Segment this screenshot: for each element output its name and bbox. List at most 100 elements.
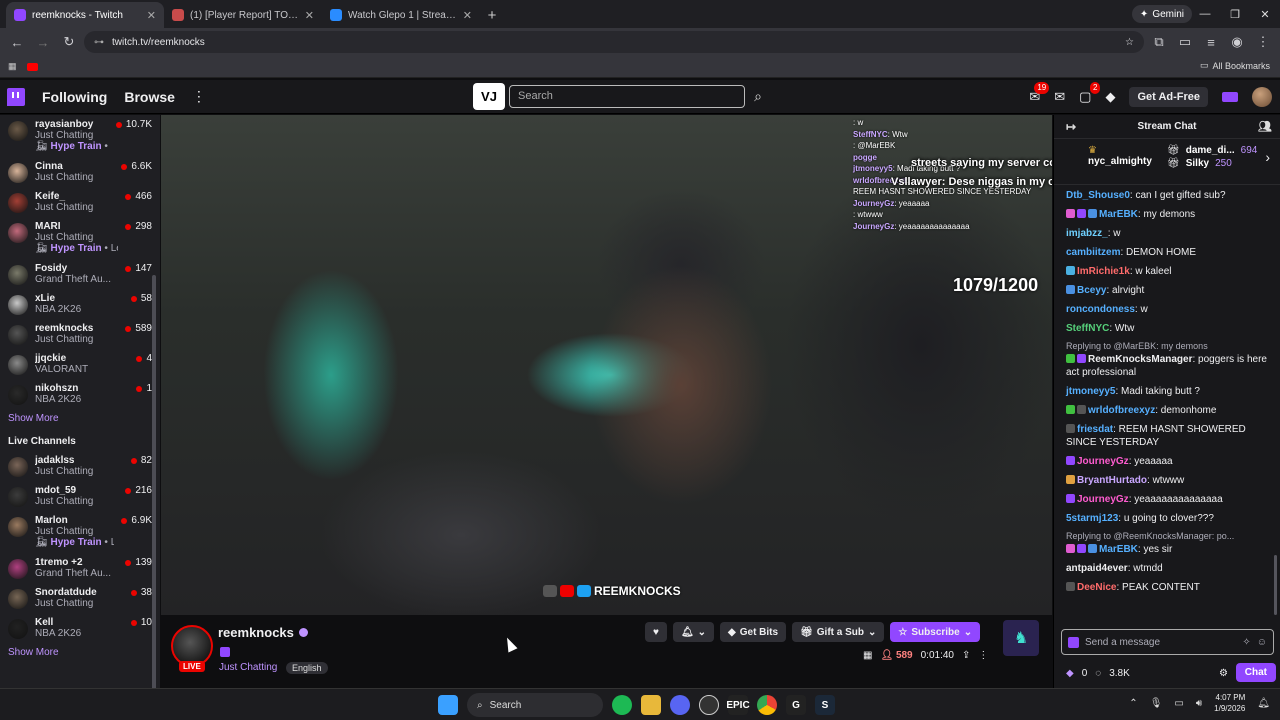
obs-icon[interactable]: [699, 695, 719, 715]
chat-username[interactable]: imjabzz_: [1066, 228, 1108, 239]
gifter-entry[interactable]: 🎁︎ dame_di... 694: [1167, 145, 1257, 156]
inbox-icon[interactable]: ✉: [1054, 89, 1065, 105]
tray-chevron-icon[interactable]: ⌃: [1129, 698, 1137, 709]
bits-balance-icon[interactable]: ◆: [1066, 668, 1074, 679]
show-more-live-link[interactable]: Show More: [0, 643, 160, 666]
chat-badge-icon[interactable]: [1066, 266, 1075, 275]
profile-icon[interactable]: ◉: [1226, 31, 1248, 53]
chat-badge-icon[interactable]: [1066, 285, 1075, 294]
chat-badge-icon[interactable]: [1066, 209, 1075, 218]
notification-bell-button[interactable]: 🔔︎ ⌄: [672, 622, 715, 642]
volume-icon[interactable]: 🔊︎: [1196, 698, 1202, 709]
chevron-right-icon[interactable]: ›: [1265, 149, 1270, 165]
chat-badge-icon[interactable]: [1066, 354, 1075, 363]
sidebar-channel[interactable]: rayasianboy Just Chatting 🚂︎ Hype Train • …: [0, 115, 160, 157]
gifter-entry[interactable]: 🎁︎ Silky 250: [1167, 158, 1257, 169]
chat-username[interactable]: roncondoness: [1066, 304, 1135, 315]
discord-icon[interactable]: [670, 695, 690, 715]
chat-username[interactable]: wrldofbreexyz: [1088, 405, 1155, 416]
sidebar-channel[interactable]: Keife_ Just Chatting 466: [0, 187, 160, 217]
sidebar-channel[interactable]: jjqckie VALORANT 4: [0, 349, 160, 379]
chat-username[interactable]: ReemKnocksManager: [1088, 354, 1192, 365]
epic-games-icon[interactable]: EPIC: [726, 695, 750, 715]
follow-heart-button[interactable]: ♥: [645, 622, 667, 642]
sidebar-channel[interactable]: 1tremo +2 Grand Theft Au... 139: [0, 553, 160, 583]
notifications-bell-icon[interactable]: 🔔︎: [1257, 698, 1270, 709]
close-tab-icon[interactable]: ✕: [147, 9, 156, 22]
chat-badge-icon[interactable]: [1066, 405, 1075, 414]
chat-username[interactable]: JourneyGz: [1077, 456, 1129, 467]
site-info-icon[interactable]: ⊶: [94, 37, 104, 48]
chat-message[interactable]: BryantHurtado: wtwww: [1066, 474, 1280, 487]
chat-username[interactable]: ImRichie1k: [1077, 266, 1130, 277]
chrome-icon[interactable]: [757, 695, 777, 715]
chat-settings-icon[interactable]: ⚙: [1219, 668, 1228, 679]
emote-icon[interactable]: ☺: [1257, 637, 1267, 648]
file-explorer-icon[interactable]: [641, 695, 661, 715]
chat-username[interactable]: BryantHurtado: [1077, 475, 1147, 486]
chat-username[interactable]: MarEBK: [1099, 209, 1138, 220]
chat-username[interactable]: JourneyGz: [1077, 494, 1129, 505]
close-tab-icon[interactable]: ✕: [305, 9, 314, 22]
browse-link[interactable]: Browse: [124, 89, 175, 105]
sidebar-channel[interactable]: xLie NBA 2K26 58: [0, 289, 160, 319]
chat-send-button[interactable]: Chat: [1235, 663, 1276, 682]
whispers-icon[interactable]: ▢ 2: [1079, 82, 1101, 105]
chat-username[interactable]: DeeNice: [1077, 582, 1116, 593]
taskbar-search[interactable]: ⌕ Search: [467, 693, 603, 717]
chrome-menu-icon[interactable]: ⋮: [1252, 31, 1274, 53]
chat-message[interactable]: JourneyGz: yeaaaaaaaaaaaaaa: [1066, 493, 1280, 506]
sidebar-channel[interactable]: Cinna Just Chatting 6.6K: [0, 157, 160, 187]
chat-badge-icon[interactable]: [1088, 209, 1097, 218]
chat-username[interactable]: friesdat: [1077, 424, 1113, 435]
sidebar-channel[interactable]: Fosidy Grand Theft Au... 147: [0, 259, 160, 289]
chat-message[interactable]: jtmoneyy5: Madi taking butt ?: [1066, 385, 1280, 398]
chat-message[interactable]: friesdat: REEM HASNT SHOWERED SINCE YEST…: [1066, 423, 1280, 449]
chat-message[interactable]: Replying to @MarEBK: my demons ReemKnocks…: [1066, 341, 1280, 379]
chat-message[interactable]: MarEBK: my demons: [1066, 208, 1280, 221]
chat-message[interactable]: DeeNice: PEAK CONTENT: [1066, 581, 1280, 594]
more-menu-icon[interactable]: ⋮: [192, 88, 206, 105]
more-options-icon[interactable]: ⋮: [978, 650, 988, 661]
channel-name[interactable]: reemknocks: [218, 625, 308, 640]
bits-icon[interactable]: ◆: [1105, 89, 1115, 105]
sidebar-channel[interactable]: MarlonJust Chatting🚂︎ Hype Train • Level…: [0, 511, 160, 553]
chat-badge-icon[interactable]: [1088, 544, 1097, 553]
cast-icon[interactable]: ▭: [1174, 31, 1196, 53]
chat-username[interactable]: SteffNYC: [1066, 323, 1109, 334]
twitch-logo-icon[interactable]: [7, 87, 25, 106]
close-window-icon[interactable]: ✕: [1250, 0, 1280, 28]
chat-message[interactable]: roncondoness: w: [1066, 303, 1280, 316]
apps-grid-icon[interactable]: ▦: [8, 61, 17, 72]
hype-boost-button[interactable]: ♞: [1003, 620, 1039, 656]
new-tab-button[interactable]: +: [480, 2, 504, 28]
community-icon[interactable]: 👥︎: [1258, 120, 1272, 133]
chat-message[interactable]: cambiitzem: DEMON HOME: [1066, 246, 1280, 259]
chat-message[interactable]: imjabzz_: w: [1066, 227, 1280, 240]
chat-badge-icon[interactable]: [1077, 209, 1086, 218]
sidebar-channel[interactable]: jadaklss Just Chatting 82: [0, 451, 160, 481]
sidebar-channel[interactable]: reemknocks Just Chatting 589: [0, 319, 160, 349]
sidebar-channel[interactable]: nikohszn NBA 2K26 1: [0, 379, 160, 409]
sidebar-channel[interactable]: mdot_59 Just Chatting 216: [0, 481, 160, 511]
get-ad-free-button[interactable]: Get Ad-Free: [1129, 87, 1208, 107]
sidebar-channel[interactable]: Snordatdude Just Chatting 38: [0, 583, 160, 613]
search-input[interactable]: Search: [509, 85, 745, 108]
spotify-icon[interactable]: [612, 695, 632, 715]
browser-tab[interactable]: (1) [Player Report] TONEE1K | W ✕: [164, 2, 322, 28]
chat-username[interactable]: MarEBK: [1099, 544, 1138, 555]
language-tag[interactable]: English: [286, 662, 328, 674]
chat-username[interactable]: cambiitzem: [1066, 247, 1120, 258]
chat-message[interactable]: Dtb_Shouse0: can I get gifted sub?: [1066, 189, 1280, 202]
taskbar-clock[interactable]: 4:07 PM 1/9/2026: [1214, 692, 1245, 714]
chat-message[interactable]: ImRichie1k: w kaleel: [1066, 265, 1280, 278]
get-bits-button[interactable]: ◆ Get Bits: [720, 622, 787, 642]
back-icon[interactable]: ←: [6, 31, 28, 53]
all-bookmarks-button[interactable]: ▭ All Bookmarks: [1200, 60, 1270, 71]
mic-icon[interactable]: 🎙︎: [1150, 698, 1163, 709]
chat-badge-icon[interactable]: [1077, 354, 1086, 363]
minimize-icon[interactable]: —: [1190, 0, 1220, 28]
forward-icon[interactable]: →: [32, 31, 54, 53]
show-more-followed-link[interactable]: Show More: [0, 409, 160, 432]
url-bar[interactable]: ⊶ twitch.tv/reemknocks ☆: [84, 31, 1144, 53]
